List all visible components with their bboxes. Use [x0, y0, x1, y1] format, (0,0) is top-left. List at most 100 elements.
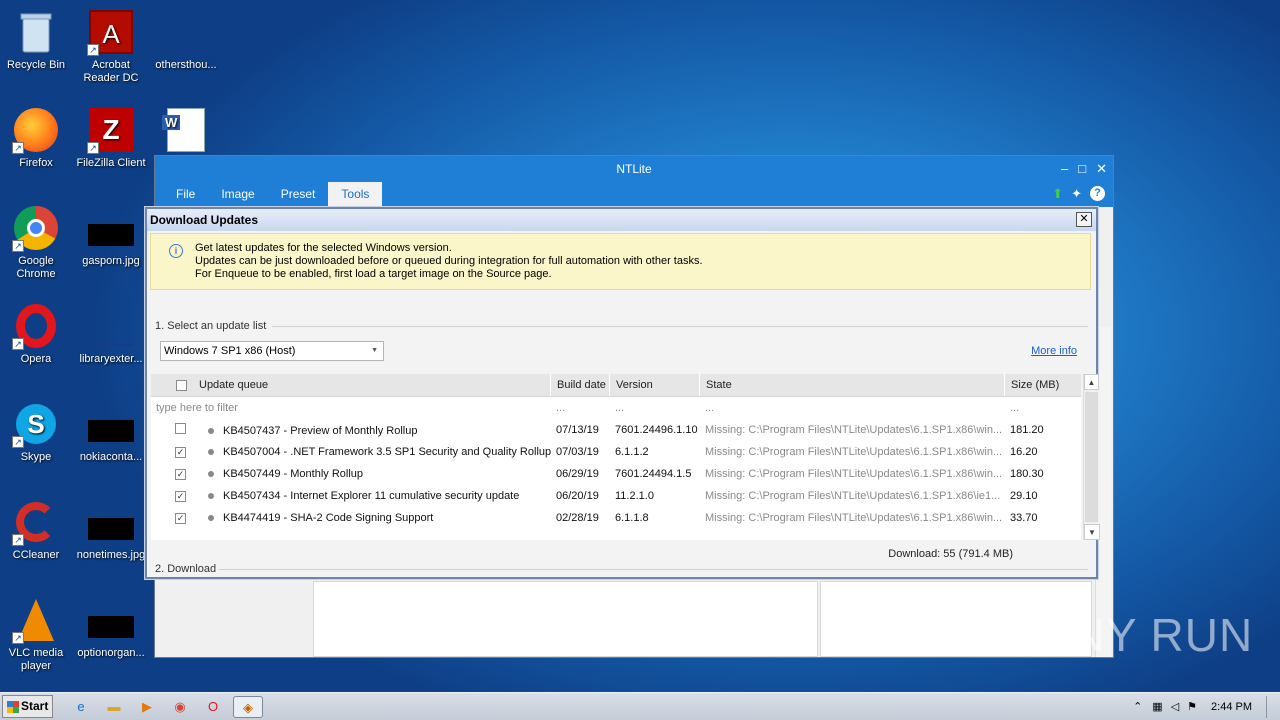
desktop-icon-word-doc[interactable]: W: [148, 106, 224, 157]
minimize-button[interactable]: –: [1061, 156, 1068, 182]
build-date-cell: 07/13/19: [556, 424, 599, 436]
build-date-cell: 06/20/19: [556, 490, 599, 502]
desktop-icon-nokiaconta[interactable]: nokiaconta...: [73, 400, 149, 464]
desktop-icon-gasporn[interactable]: gasporn.jpg: [73, 204, 149, 268]
ie-icon[interactable]: e: [70, 696, 92, 718]
file-icon: [87, 302, 135, 350]
tab-image[interactable]: Image: [208, 182, 267, 207]
row-checkbox[interactable]: [175, 423, 186, 434]
image-file-icon: [87, 596, 135, 644]
desktop-icon-label: Skype: [20, 451, 52, 463]
file-icon: [162, 8, 210, 56]
chevron-down-icon: ▼: [371, 347, 378, 354]
row-checkbox[interactable]: ✓: [175, 513, 186, 524]
tab-tools[interactable]: Tools: [328, 182, 383, 207]
desktop-icon-firefox[interactable]: ↗ Firefox: [0, 106, 74, 170]
row-checkbox[interactable]: ✓: [175, 469, 186, 480]
update-name-cell: ✓ KB4507434 - Internet Explorer 11 cumula…: [151, 490, 551, 502]
desktop-icon-filezilla[interactable]: Z ↗ FileZilla Client: [73, 106, 149, 170]
size-cell: 180.30: [1010, 468, 1044, 480]
desktop-icon-label: Opera: [20, 353, 52, 365]
status-dot-icon: [208, 515, 214, 522]
desktop-icon-label: libraryexter...: [79, 353, 143, 365]
filter-version[interactable]: ...: [610, 402, 700, 414]
desktop-icon-label: optionorgan...: [77, 647, 145, 659]
tab-preset[interactable]: Preset: [268, 182, 329, 207]
desktop-icon-vlc[interactable]: ↗ VLC media player: [0, 596, 74, 673]
column-build-date[interactable]: Build date: [551, 374, 610, 396]
table-row[interactable]: ✓ KB4507004 - .NET Framework 3.5 SP1 Secu…: [151, 441, 1081, 463]
update-list-select[interactable]: Windows 7 SP1 x86 (Host) ▼: [160, 341, 384, 361]
size-cell: 16.20: [1010, 446, 1038, 458]
desktop-icon-libraryexter[interactable]: libraryexter...: [73, 302, 149, 366]
anyrun-watermark: ANY RUN: [1040, 609, 1254, 661]
status-dot-icon: [208, 471, 214, 478]
column-update-queue[interactable]: Update queue: [151, 374, 551, 396]
column-state[interactable]: State: [700, 374, 1005, 396]
update-arrow-icon[interactable]: ⬆: [1052, 186, 1063, 202]
info-icon: i: [169, 244, 183, 258]
explorer-icon[interactable]: ▬: [103, 696, 125, 718]
grid-scrollbar[interactable]: ▲ ▼: [1083, 374, 1100, 540]
desktop-icon-label: Acrobat Reader DC: [83, 59, 139, 84]
row-checkbox[interactable]: ✓: [175, 447, 186, 458]
scroll-down-arrow-icon[interactable]: ▼: [1084, 524, 1100, 540]
desktop-icon-label: CCleaner: [12, 549, 60, 561]
table-row[interactable]: ✓ KB4507449 - Monthly Rollup 06/29/19 7601.…: [151, 463, 1081, 485]
opera-taskbar-icon[interactable]: O: [202, 696, 224, 718]
update-name: KB4474419 - SHA-2 Code Signing Support: [223, 512, 434, 524]
build-date-cell: 06/29/19: [556, 468, 599, 480]
state-cell: Missing: C:\Program Files\NTLite\Updates…: [705, 446, 1003, 458]
column-label: Update queue: [199, 379, 269, 391]
ntlite-taskbar-icon[interactable]: ◈: [233, 696, 263, 718]
version-cell: 7601.24494.1.5: [615, 468, 692, 480]
scroll-thumb[interactable]: [1085, 392, 1098, 522]
filter-build[interactable]: ...: [551, 402, 610, 414]
system-tray: ⌃ ▦ ◁ ⚑ 2:44 PM: [1133, 693, 1280, 720]
filter-size[interactable]: ...: [1005, 402, 1081, 414]
desktop-icon-ccleaner[interactable]: ↗ CCleaner: [0, 498, 74, 562]
twitter-icon[interactable]: ✦: [1071, 186, 1082, 202]
tab-file[interactable]: File: [163, 182, 208, 207]
more-info-link[interactable]: More info: [1031, 345, 1077, 357]
table-row[interactable]: KB4507437 - Preview of Monthly Rollup 07/…: [151, 419, 1081, 441]
start-button[interactable]: Start: [2, 695, 53, 718]
volume-icon[interactable]: ◁: [1171, 700, 1179, 713]
desktop-icon-skype[interactable]: S ↗ Skype: [0, 400, 74, 464]
table-row[interactable]: ✓ KB4507434 - Internet Explorer 11 cumula…: [151, 485, 1081, 507]
tray-expand-icon[interactable]: ⌃: [1133, 700, 1142, 713]
dialog-close-button[interactable]: ✕: [1076, 212, 1092, 227]
column-version[interactable]: Version: [610, 374, 700, 396]
filter-state[interactable]: ...: [700, 402, 1005, 414]
image-file-icon: [87, 400, 135, 448]
grid-header: Update queue Build date Version State Si…: [151, 374, 1081, 397]
desktop-icon-chrome[interactable]: ↗ Google Chrome: [0, 204, 74, 281]
desktop-icon-label: Recycle Bin: [6, 59, 66, 71]
scroll-up-arrow-icon[interactable]: ▲: [1084, 374, 1099, 390]
desktop-icon-opera[interactable]: ↗ Opera: [0, 302, 74, 366]
maximize-button[interactable]: □: [1078, 156, 1086, 182]
filter-input[interactable]: type here to filter: [151, 402, 551, 414]
help-icon[interactable]: ?: [1090, 186, 1105, 201]
info-banner: i Get latest updates for the selected Wi…: [150, 233, 1091, 290]
desktop-icon-acrobat[interactable]: A ↗ Acrobat Reader DC: [73, 8, 149, 85]
column-size[interactable]: Size (MB): [1005, 374, 1081, 396]
chrome-taskbar-icon[interactable]: ◉: [169, 696, 191, 718]
dialog-titlebar[interactable]: Download Updates ✕: [147, 209, 1096, 231]
taskbar: Start e ▬ ▶ ◉ O ◈ ⌃ ▦ ◁ ⚑ 2:44 PM: [0, 692, 1280, 720]
clock[interactable]: 2:44 PM: [1211, 701, 1252, 713]
select-all-checkbox[interactable]: [176, 380, 187, 391]
table-row[interactable]: ✓ KB4474419 - SHA-2 Code Signing Support 0…: [151, 507, 1081, 529]
action-center-flag-icon[interactable]: ⚑: [1187, 700, 1197, 713]
show-desktop-button[interactable]: [1266, 695, 1280, 718]
status-dot-icon: [208, 493, 214, 500]
close-button[interactable]: ✕: [1096, 156, 1107, 182]
desktop-icon-recycle-bin[interactable]: Recycle Bin: [0, 8, 74, 72]
media-player-icon[interactable]: ▶: [136, 696, 158, 718]
window-titlebar[interactable]: NTLite – □ ✕: [155, 156, 1113, 182]
network-icon[interactable]: ▦: [1152, 700, 1162, 713]
desktop-icon-othersthou[interactable]: othersthou...: [148, 8, 224, 72]
desktop-icon-optionorgan[interactable]: optionorgan...: [73, 596, 149, 660]
desktop-icon-nonetimes[interactable]: nonetimes.jpg: [73, 498, 149, 562]
row-checkbox[interactable]: ✓: [175, 491, 186, 502]
